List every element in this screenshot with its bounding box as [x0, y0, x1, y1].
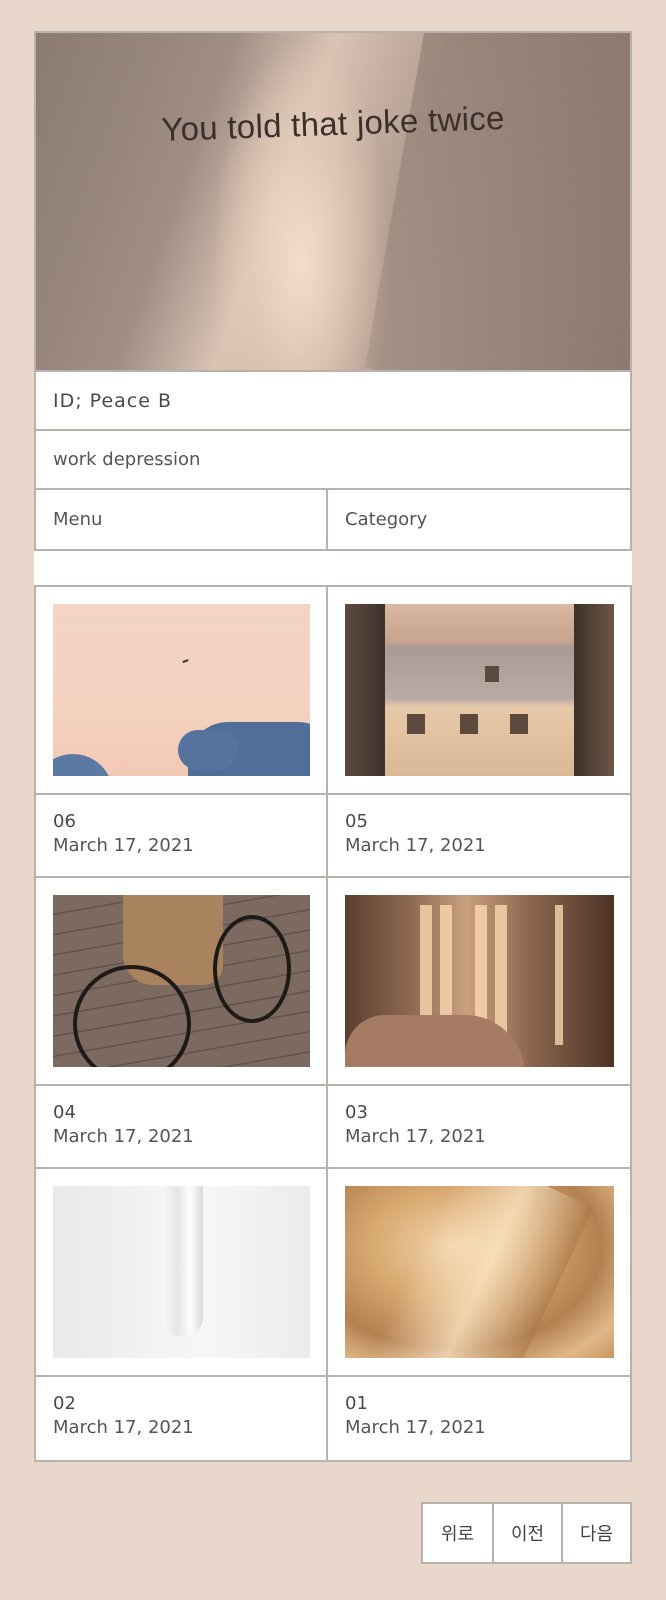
post-date: March 17, 2021	[345, 1126, 486, 1147]
post-number[interactable]: 03	[345, 1102, 613, 1123]
post-date: March 17, 2021	[53, 1126, 194, 1147]
post-meta: 03 March 17, 2021	[328, 1086, 630, 1169]
menu-button[interactable]: Menu	[36, 490, 328, 549]
post-thumbnail-rooftop-image[interactable]	[345, 604, 614, 776]
post-number[interactable]: 06	[53, 811, 309, 832]
post-date: March 17, 2021	[345, 835, 486, 856]
post-date: March 17, 2021	[53, 1417, 194, 1438]
scroll-top-button[interactable]: 위로	[423, 1504, 492, 1562]
blog-title[interactable]: ID; Peace B	[34, 372, 632, 431]
post-thumbnail-frame	[328, 878, 630, 1086]
post-card[interactable]: 04 March 17, 2021	[36, 878, 328, 1169]
post-meta: 06 March 17, 2021	[36, 795, 326, 878]
post-grid: 06 March 17, 2021 05 March 17, 2021 04 M…	[34, 585, 632, 1462]
header-image-shadow	[364, 33, 630, 370]
post-thumbnail-frame	[328, 1169, 630, 1377]
post-card[interactable]: 02 March 17, 2021	[36, 1169, 328, 1460]
post-thumbnail-sky-image[interactable]	[53, 604, 310, 776]
next-page-button[interactable]: 다음	[561, 1504, 630, 1562]
post-card[interactable]: 01 March 17, 2021	[328, 1169, 630, 1460]
blog-frame: You told that joke twice ID; Peace B wor…	[34, 31, 632, 1462]
nav-bar: Menu Category	[34, 490, 632, 551]
post-number[interactable]: 05	[345, 811, 613, 832]
post-card[interactable]: 05 March 17, 2021	[328, 587, 630, 878]
post-thumbnail-frame	[36, 878, 326, 1086]
post-number[interactable]: 02	[53, 1393, 309, 1414]
post-thumbnail-frame	[328, 587, 630, 795]
previous-page-button[interactable]: 이전	[492, 1504, 561, 1562]
post-meta: 05 March 17, 2021	[328, 795, 630, 878]
section-spacer	[34, 551, 632, 585]
post-card[interactable]: 03 March 17, 2021	[328, 878, 630, 1169]
post-meta: 01 March 17, 2021	[328, 1377, 630, 1460]
post-date: March 17, 2021	[345, 1417, 486, 1438]
header-image: You told that joke twice	[34, 31, 632, 372]
category-button[interactable]: Category	[328, 490, 630, 549]
post-meta: 04 March 17, 2021	[36, 1086, 326, 1169]
post-thumbnail-paint-stroke-image[interactable]	[53, 1186, 310, 1358]
post-thumbnail-frame	[36, 587, 326, 795]
post-date: March 17, 2021	[53, 835, 194, 856]
post-number[interactable]: 01	[345, 1393, 613, 1414]
post-meta: 02 March 17, 2021	[36, 1377, 326, 1460]
blog-description: work depression	[34, 431, 632, 490]
post-thumbnail-frame	[36, 1169, 326, 1377]
pagination: 위로 이전 다음	[421, 1502, 632, 1564]
post-number[interactable]: 04	[53, 1102, 309, 1123]
post-card[interactable]: 06 March 17, 2021	[36, 587, 328, 878]
post-thumbnail-sunlit-room-image[interactable]	[345, 895, 614, 1067]
post-thumbnail-bicycle-image[interactable]	[53, 895, 310, 1067]
post-thumbnail-silk-fabric-image[interactable]	[345, 1186, 614, 1358]
